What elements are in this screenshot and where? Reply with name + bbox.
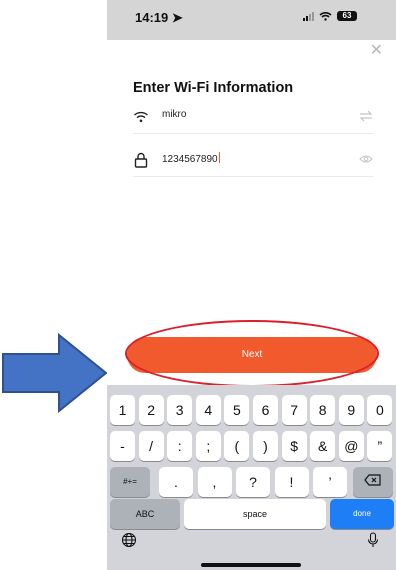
- symbol-key-3[interactable]: ;: [195, 431, 221, 461]
- key-6[interactable]: 7: [281, 395, 307, 425]
- close-icon[interactable]: ✕: [370, 40, 383, 60]
- annotation-arrow: [2, 333, 108, 413]
- symbol-key-0[interactable]: -: [110, 431, 135, 461]
- punctuation-key-0[interactable]: .: [159, 467, 193, 497]
- page-title: Enter Wi-Fi Information: [133, 80, 294, 96]
- highlight-ellipse-annotation: [125, 320, 379, 387]
- backspace-icon: [364, 474, 381, 486]
- punctuation-key-2[interactable]: ?: [236, 467, 270, 497]
- key-4[interactable]: 5: [224, 395, 250, 425]
- symbol-key-6[interactable]: $: [281, 431, 307, 461]
- status-bar: 14:19 ➤ 63: [107, 0, 396, 40]
- punctuation-key-1[interactable]: ,: [197, 467, 232, 497]
- switch-network-icon[interactable]: [359, 110, 373, 122]
- globe-icon[interactable]: [121, 532, 137, 548]
- text-caret: [218, 152, 220, 163]
- home-indicator: [201, 563, 301, 567]
- wifi-network-row[interactable]: mikro: [133, 103, 373, 134]
- symbol-key-9[interactable]: ”: [367, 431, 393, 461]
- space-key[interactable]: space: [184, 499, 326, 529]
- numeric-keyboard: #+= ABC space done 1 2 3 4 5 6 7 8 9 0 - /:;() $ & @”.…: [107, 385, 396, 570]
- status-icons: 63: [303, 11, 357, 21]
- abc-key[interactable]: ABC: [110, 499, 180, 529]
- symbol-key-1[interactable]: /: [138, 431, 164, 461]
- key-5[interactable]: 6: [253, 395, 278, 425]
- done-key[interactable]: done: [330, 499, 394, 529]
- key-9[interactable]: 0: [367, 395, 393, 425]
- backspace-key[interactable]: [353, 467, 393, 497]
- phone-screen: 14:19 ➤ 63 ✕ Enter Wi-Fi Information mik…: [107, 0, 396, 570]
- key-1[interactable]: 2: [138, 395, 164, 425]
- wifi-ssid-field[interactable]: mikro: [162, 109, 186, 120]
- wifi-password-field[interactable]: 1234567890: [162, 152, 220, 165]
- symbol-key-4[interactable]: (: [224, 431, 250, 461]
- key-8[interactable]: 9: [338, 395, 364, 425]
- punctuation-key-4[interactable]: ’: [313, 467, 347, 497]
- symbol-key-5[interactable]: ): [253, 431, 278, 461]
- lock-icon: [134, 152, 148, 168]
- key-0[interactable]: 1: [110, 395, 135, 425]
- symbol-key-7[interactable]: &: [310, 431, 336, 461]
- key-3[interactable]: 4: [195, 395, 221, 425]
- battery-icon: 63: [337, 11, 357, 21]
- key-2[interactable]: 3: [167, 395, 193, 425]
- wifi-password-row[interactable]: 1234567890: [133, 146, 373, 177]
- microphone-icon[interactable]: [367, 532, 379, 548]
- symbol-key-8[interactable]: @: [338, 431, 364, 461]
- location-arrow-icon: ➤: [171, 10, 183, 25]
- wifi-icon: [134, 111, 148, 123]
- cellular-signal-icon: [303, 11, 314, 21]
- battery-level: 63: [342, 11, 352, 20]
- symbol-key-2[interactable]: :: [167, 431, 193, 461]
- key-7[interactable]: 8: [310, 395, 336, 425]
- punctuation-key-3[interactable]: !: [274, 467, 309, 497]
- status-time: 14:19 ➤: [135, 10, 183, 25]
- symbols-toggle-key[interactable]: #+=: [110, 467, 150, 497]
- show-password-eye-icon[interactable]: [359, 153, 373, 165]
- wifi-status-icon: [319, 12, 332, 21]
